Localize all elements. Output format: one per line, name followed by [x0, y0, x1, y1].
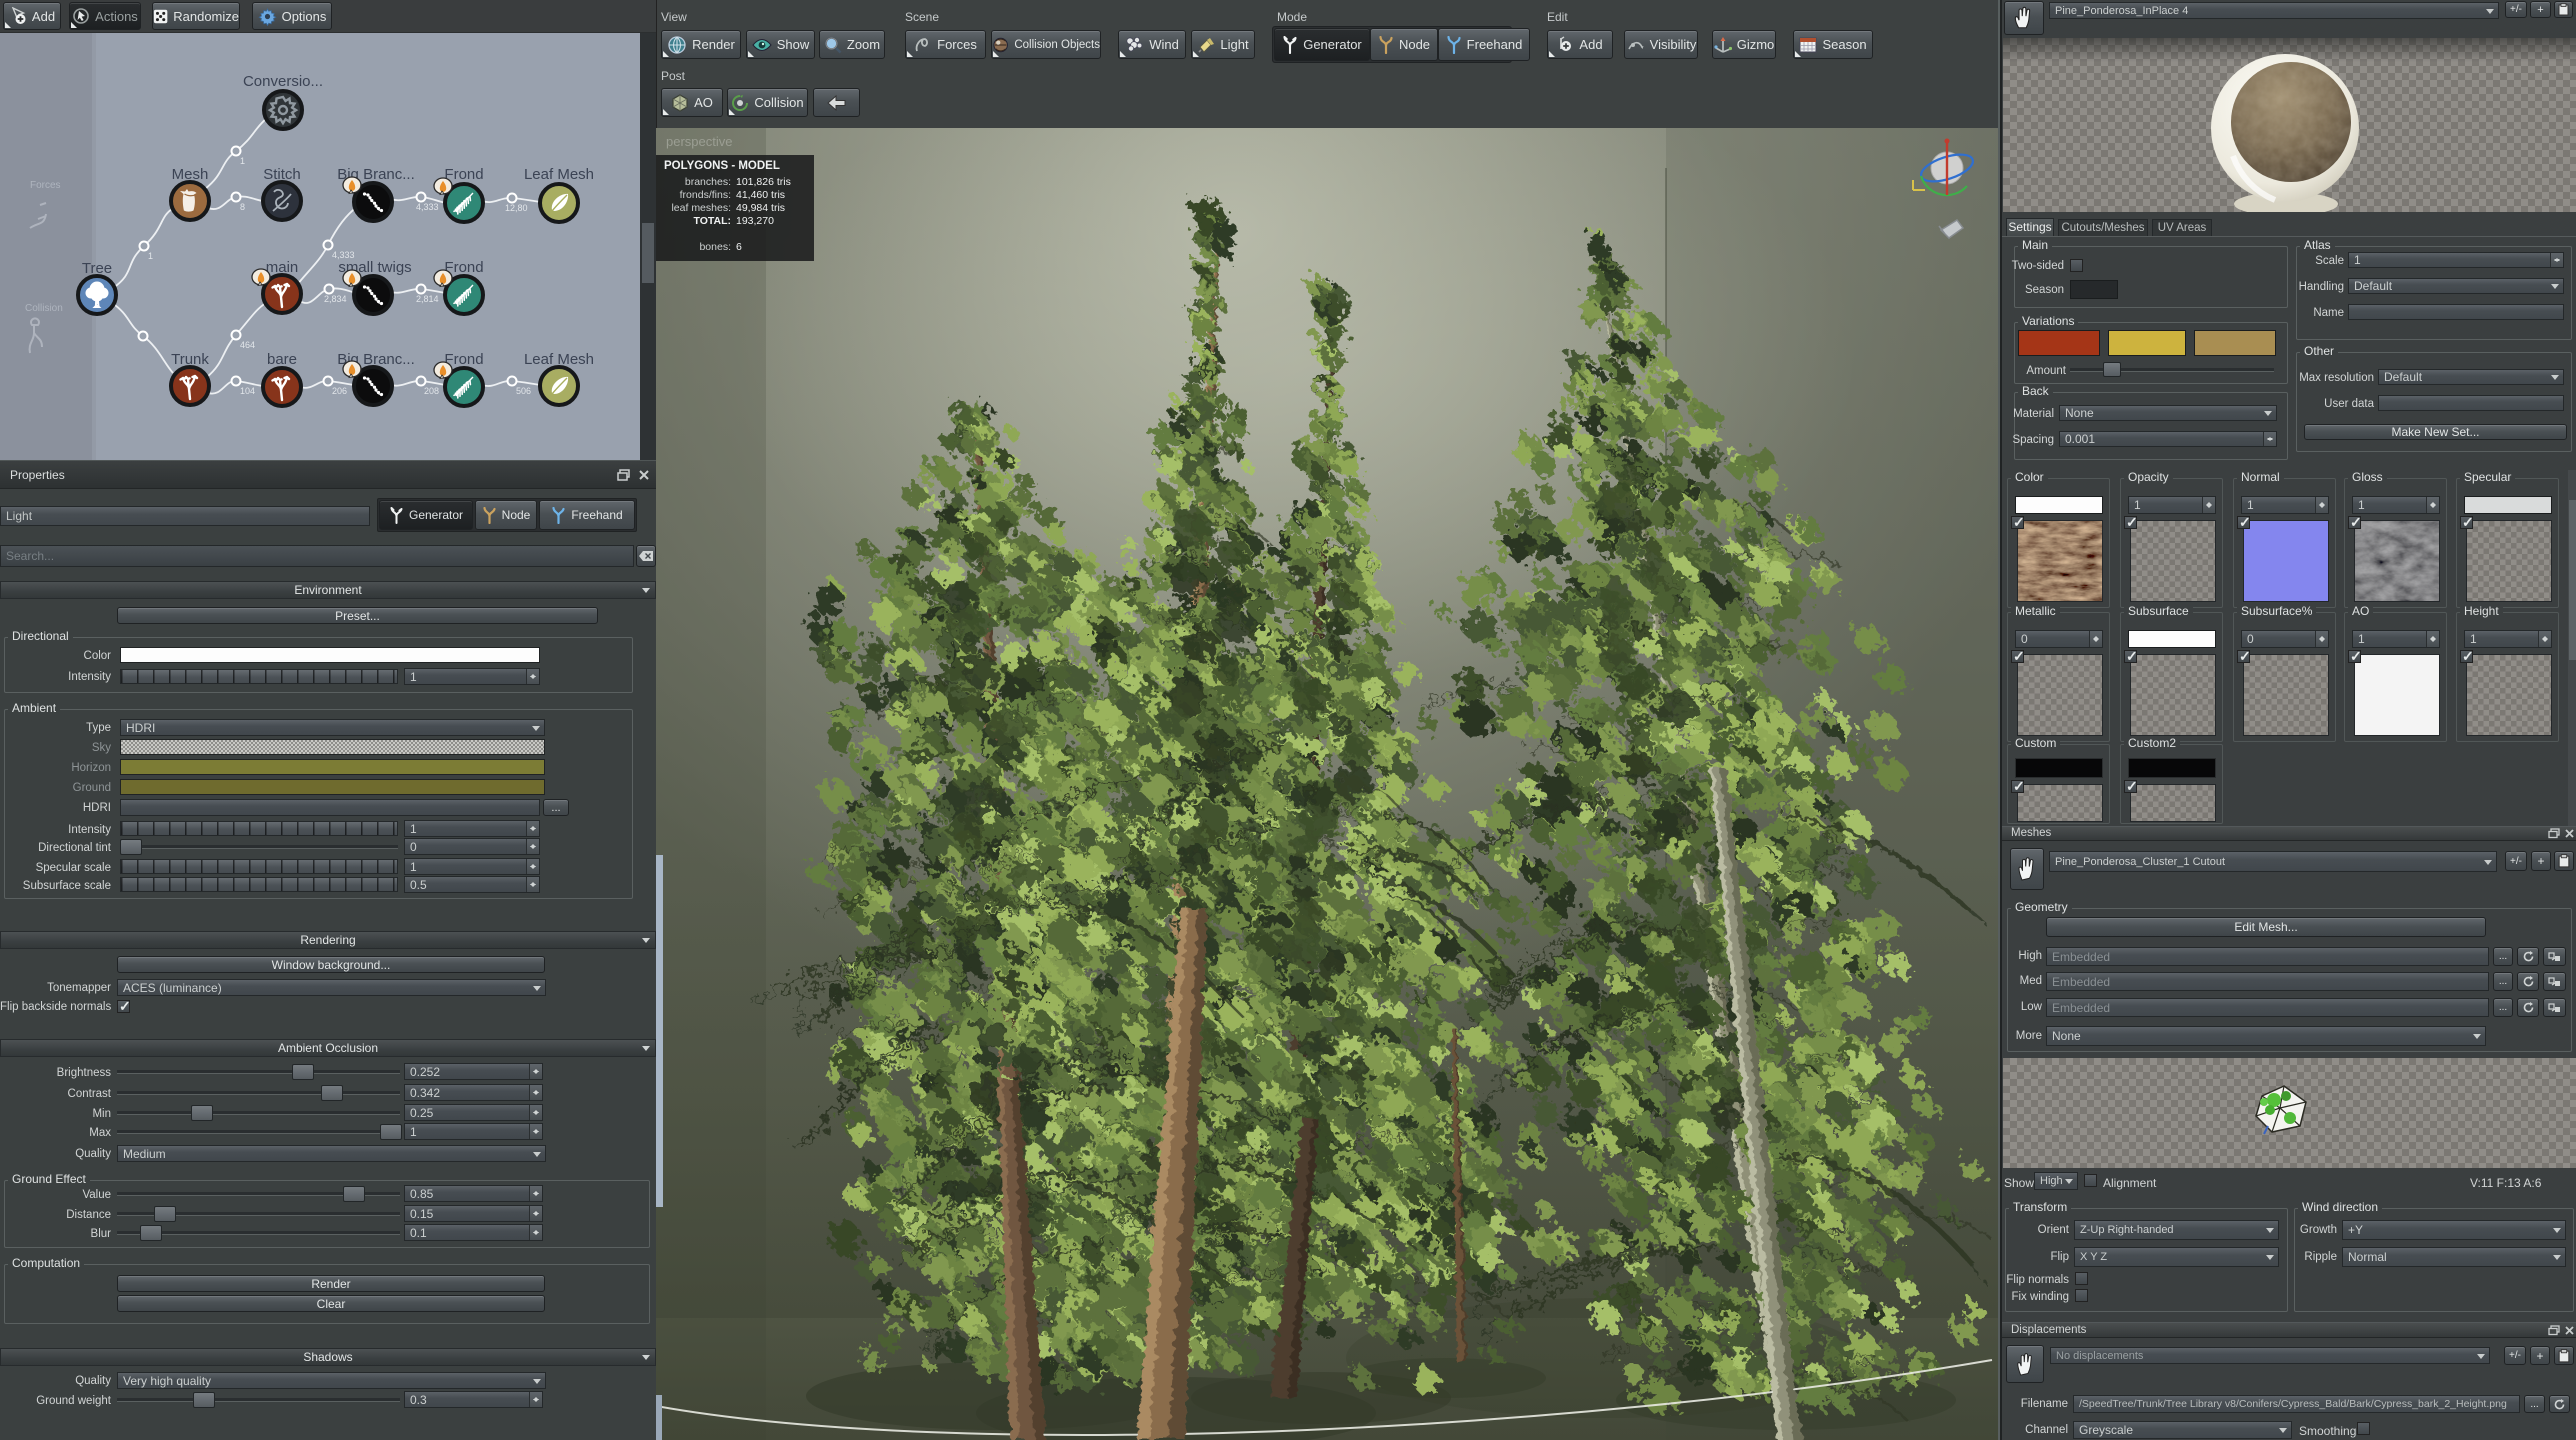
- svg-text:12,80: 12,80: [505, 203, 528, 213]
- svg-text:fronds/fins:: fronds/fins:: [680, 189, 731, 201]
- svg-text:206: 206: [332, 386, 347, 396]
- svg-text:506: 506: [516, 386, 531, 396]
- svg-text:POLYGONS - MODEL: POLYGONS - MODEL: [664, 160, 780, 172]
- svg-text:104: 104: [240, 386, 255, 396]
- svg-text:bones:: bones:: [699, 241, 731, 253]
- svg-text:464: 464: [240, 340, 255, 350]
- svg-text:perspective: perspective: [666, 134, 732, 149]
- svg-text:193,270: 193,270: [736, 215, 774, 227]
- svg-text:Leaf Mesh: Leaf Mesh: [524, 166, 594, 183]
- svg-text:6: 6: [736, 241, 742, 253]
- svg-text:bare: bare: [267, 351, 297, 368]
- svg-text:leaf meshes:: leaf meshes:: [671, 202, 731, 214]
- svg-text:Forces: Forces: [30, 180, 61, 191]
- svg-text:2,814: 2,814: [416, 294, 439, 304]
- svg-text:branches:: branches:: [685, 176, 731, 188]
- svg-text:2,834: 2,834: [324, 294, 347, 304]
- svg-text:49,984 tris: 49,984 tris: [736, 202, 785, 214]
- svg-text:TOTAL:: TOTAL:: [693, 215, 731, 227]
- svg-text:4,333: 4,333: [416, 202, 439, 212]
- svg-text:8: 8: [240, 202, 245, 212]
- svg-text:41,460 tris: 41,460 tris: [736, 189, 785, 201]
- svg-text:Collision: Collision: [25, 303, 63, 314]
- svg-text:208: 208: [424, 386, 439, 396]
- svg-text:101,826 tris: 101,826 tris: [736, 176, 791, 188]
- svg-text:1: 1: [148, 251, 153, 261]
- svg-text:Conversio...: Conversio...: [243, 73, 323, 90]
- svg-text:1: 1: [240, 156, 245, 166]
